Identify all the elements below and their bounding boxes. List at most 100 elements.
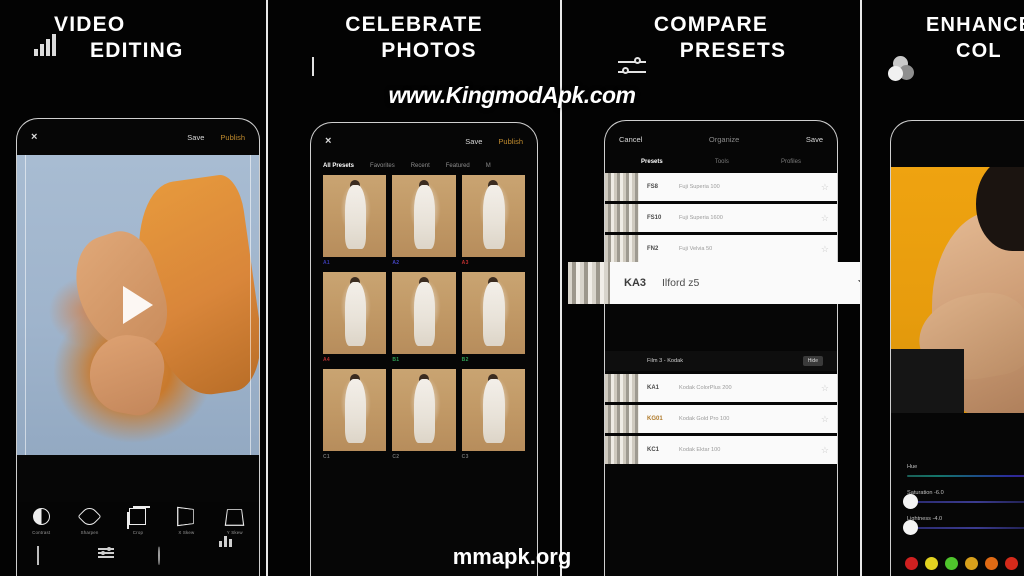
video-preview[interactable] (17, 155, 259, 455)
favorite-star-icon[interactable]: ☆ (821, 414, 829, 425)
highlighted-card[interactable]: KA3 Ilford z5 ★ (610, 262, 860, 304)
play-icon[interactable] (123, 286, 153, 324)
preset-list-bottom: KA1 Kodak ColorPlus 200 ☆ KG01 Kodak Gol… (605, 374, 837, 464)
favorite-star-icon[interactable]: ☆ (821, 244, 829, 255)
preset-item[interactable]: C2 (392, 369, 456, 460)
tool-crop[interactable]: Crop (116, 506, 160, 535)
preset-thumbnail (392, 175, 456, 257)
slider-lightness-knob[interactable] (903, 520, 918, 535)
preset-item[interactable]: A4 (323, 272, 387, 363)
list-item-card[interactable]: FN2 Fuji Velvia 50 ☆ (639, 235, 837, 263)
slider-hue[interactable]: Hue (907, 464, 1024, 477)
tool-row-primary: Contrast Sharpen Crop X Skew Y Skew (17, 504, 259, 535)
cancel-button[interactable]: Cancel (619, 135, 642, 144)
preset-item[interactable]: B2 (461, 272, 525, 363)
list-item-card[interactable]: FS8 Fuji Superia 100 ☆ (639, 173, 837, 201)
preset-label: A4 (323, 357, 330, 363)
color-swatch-gold[interactable] (965, 557, 978, 570)
favorite-star-icon[interactable]: ☆ (821, 213, 829, 224)
preset-thumbnail (461, 369, 525, 451)
preset-thumbnail (392, 272, 456, 354)
preset-item[interactable]: B1 (392, 272, 456, 363)
preset-item[interactable]: A1 (323, 175, 387, 266)
list-item[interactable]: FS8 Fuji Superia 100 ☆ (605, 173, 837, 201)
list-item[interactable]: FS10 Fuji Superia 1600 ☆ (605, 204, 837, 232)
reset-icon[interactable] (158, 546, 178, 565)
sliders-icon (618, 56, 648, 86)
tool-sharpen[interactable]: Sharpen (68, 504, 112, 535)
list-item-thumbnail (605, 405, 639, 433)
y-skew-icon (224, 509, 245, 526)
color-swatch-yellow[interactable] (925, 557, 938, 570)
list-item-thumbnail (605, 204, 639, 232)
publish-button[interactable]: Publish (498, 137, 523, 146)
preset-section-tabs: Presets Tools Profiles (605, 157, 837, 173)
publish-button[interactable]: Publish (220, 133, 245, 142)
panel-4-heading: ENHANCE COL (862, 12, 1024, 64)
frame-icon[interactable] (37, 546, 57, 565)
highlighted-preset-row[interactable]: KA3 Ilford z5 ★ (568, 262, 860, 304)
preset-item[interactable]: A2 (392, 175, 456, 266)
tool-y-skew[interactable]: Y Skew (213, 508, 257, 535)
slider-saturation[interactable]: Saturation -6.0 (903, 490, 1024, 509)
tab-tools[interactable]: Tools (715, 159, 729, 165)
slider-saturation-knob[interactable] (903, 494, 918, 509)
tool-contrast[interactable]: Contrast (19, 508, 63, 535)
panel-3-heading-line1: COMPARE (653, 13, 769, 36)
section-hide-button[interactable]: Hide (802, 356, 823, 366)
tab-presets[interactable]: Presets (641, 159, 663, 165)
save-button[interactable]: Save (806, 135, 823, 144)
tab-more[interactable]: M (486, 163, 491, 169)
color-swatch-crimson[interactable] (1005, 557, 1018, 570)
preset-item[interactable]: C1 (323, 369, 387, 460)
tool-x-skew-label: X Skew (178, 530, 195, 535)
list-item-title: Fuji Superia 100 (679, 184, 720, 190)
preset-list-top: FS8 Fuji Superia 100 ☆ FS10 Fuji Superia… (605, 173, 837, 263)
color-swatch-green[interactable] (945, 557, 958, 570)
list-item-code: KG01 (647, 416, 663, 422)
tab-all-presets[interactable]: All Presets (323, 163, 354, 169)
list-item-card[interactable]: KG01 Kodak Gold Pro 100 ☆ (639, 405, 837, 433)
photo-preview[interactable] (891, 167, 1024, 413)
list-item[interactable]: KG01 Kodak Gold Pro 100 ☆ (605, 405, 837, 433)
list-item-card[interactable]: KC1 Kodak Ektar 100 ☆ (639, 436, 837, 464)
favorite-star-icon[interactable]: ☆ (821, 383, 829, 394)
highlighted-title: Ilford z5 (662, 277, 700, 289)
tab-profiles[interactable]: Profiles (781, 159, 801, 165)
favorite-star-icon[interactable]: ☆ (821, 182, 829, 193)
panel-celebrate-photos: CELEBRATE PHOTOS × Save Publish All Pres… (268, 0, 560, 576)
tool-contrast-label: Contrast (32, 530, 51, 535)
preset-thumbnail (461, 272, 525, 354)
preset-category-tabs: All Presets Favorites Recent Featured M (311, 159, 537, 175)
list-item[interactable]: KA1 Kodak ColorPlus 200 ☆ (605, 374, 837, 402)
tab-featured[interactable]: Featured (446, 163, 470, 169)
slider-saturation-track[interactable] (907, 501, 1024, 503)
slider-lightness[interactable]: Lightness -4.0 (903, 516, 1024, 535)
tab-recent[interactable]: Recent (411, 163, 430, 169)
tab-favorites[interactable]: Favorites (370, 163, 395, 169)
favorite-star-filled-icon[interactable]: ★ (857, 273, 860, 293)
save-button[interactable]: Save (465, 137, 482, 146)
close-icon[interactable]: × (325, 135, 331, 147)
favorite-star-icon[interactable]: ☆ (821, 445, 829, 456)
close-icon[interactable]: × (31, 131, 37, 143)
save-button[interactable]: Save (187, 133, 204, 142)
panel-1-heading-line1: VIDEO (54, 13, 126, 36)
levels-icon[interactable] (218, 536, 239, 563)
preset-item[interactable]: A3 (461, 175, 525, 266)
list-item-card[interactable]: KA1 Kodak ColorPlus 200 ☆ (639, 374, 837, 402)
phone-mockup-4: Hue Saturation -6.0 Lightness -4.0 (890, 120, 1024, 576)
preset-item[interactable]: C3 (461, 369, 525, 460)
list-item-code: KC1 (647, 447, 660, 453)
color-swatch-orange[interactable] (985, 557, 998, 570)
tool-x-skew[interactable]: X Skew (164, 506, 208, 535)
slider-lightness-track[interactable] (907, 527, 1024, 529)
slider-hue-track[interactable] (907, 475, 1024, 477)
list-item[interactable]: KC1 Kodak Ektar 100 ☆ (605, 436, 837, 464)
adjust-sliders-icon[interactable] (97, 546, 118, 563)
color-swatch-red[interactable] (905, 557, 918, 570)
panel-compare-presets: COMPARE PRESETS Cancel Organize Save Pre… (562, 0, 860, 576)
list-item[interactable]: FN2 Fuji Velvia 50 ☆ (605, 235, 837, 263)
list-item-card[interactable]: FS10 Fuji Superia 1600 ☆ (639, 204, 837, 232)
organize-button[interactable]: Organize (709, 135, 739, 144)
